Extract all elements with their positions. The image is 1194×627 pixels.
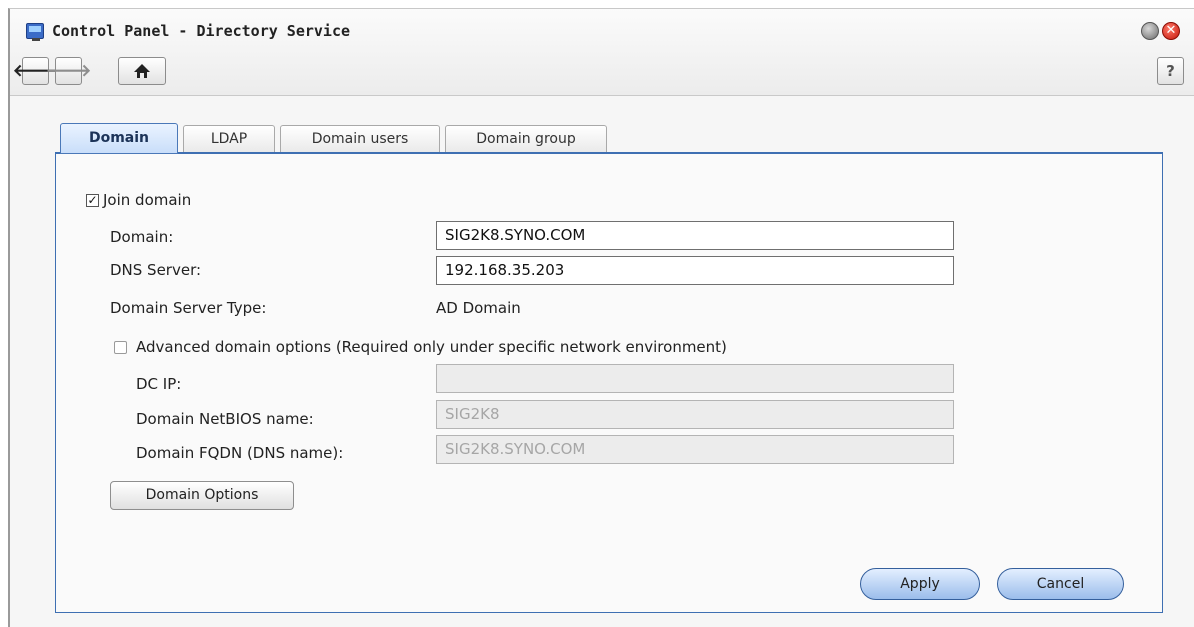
dc-ip-input[interactable]	[436, 364, 954, 393]
advanced-options-checkbox[interactable]	[114, 341, 127, 354]
join-domain-label: Join domain	[103, 191, 192, 209]
join-domain-checkbox[interactable]: ✓	[86, 194, 99, 207]
help-icon: ?	[1166, 62, 1175, 80]
forward-button[interactable]: 🡒	[46, 57, 91, 85]
control-panel-icon	[26, 23, 44, 41]
dc-ip-label: DC IP:	[136, 375, 182, 393]
domain-options-button[interactable]: Domain Options	[110, 481, 294, 510]
checkbox-checked-icon: ✓	[87, 193, 98, 207]
home-icon	[134, 64, 150, 78]
dns-server-label: DNS Server:	[110, 261, 202, 279]
close-icon[interactable]: ✕	[1162, 22, 1180, 40]
netbios-name-label: Domain NetBIOS name:	[136, 410, 314, 428]
window-title: Control Panel - Directory Service	[52, 22, 351, 40]
tab-domain-group[interactable]: Domain group	[445, 125, 607, 153]
dns-server-input[interactable]: 192.168.35.203	[436, 256, 954, 285]
domain-server-type-value: AD Domain	[436, 299, 521, 317]
home-button[interactable]	[118, 57, 166, 85]
arrow-right-icon: 🡒	[45, 61, 92, 81]
minimize-icon[interactable]	[1141, 22, 1159, 40]
domain-label: Domain:	[110, 228, 174, 246]
tab-domain[interactable]: Domain	[60, 123, 178, 154]
help-button[interactable]: ?	[1157, 57, 1184, 85]
domain-input[interactable]: SIG2K8.SYNO.COM	[436, 221, 954, 250]
control-panel-window: Control Panel - Directory Service ✕ 🡐 🡒 …	[8, 8, 1194, 627]
advanced-options-label: Advanced domain options (Required only u…	[136, 338, 727, 356]
fqdn-input[interactable]: SIG2K8.SYNO.COM	[436, 435, 954, 464]
title-bar: Control Panel - Directory Service ✕ 🡐 🡒 …	[10, 9, 1194, 96]
tab-ldap[interactable]: LDAP	[183, 125, 275, 153]
apply-button[interactable]: Apply	[860, 568, 980, 600]
tab-domain-users[interactable]: Domain users	[280, 125, 440, 153]
domain-server-type-label: Domain Server Type:	[110, 299, 267, 317]
fqdn-label: Domain FQDN (DNS name):	[136, 444, 344, 462]
cancel-button[interactable]: Cancel	[997, 568, 1124, 600]
netbios-name-input[interactable]: SIG2K8	[436, 400, 954, 429]
